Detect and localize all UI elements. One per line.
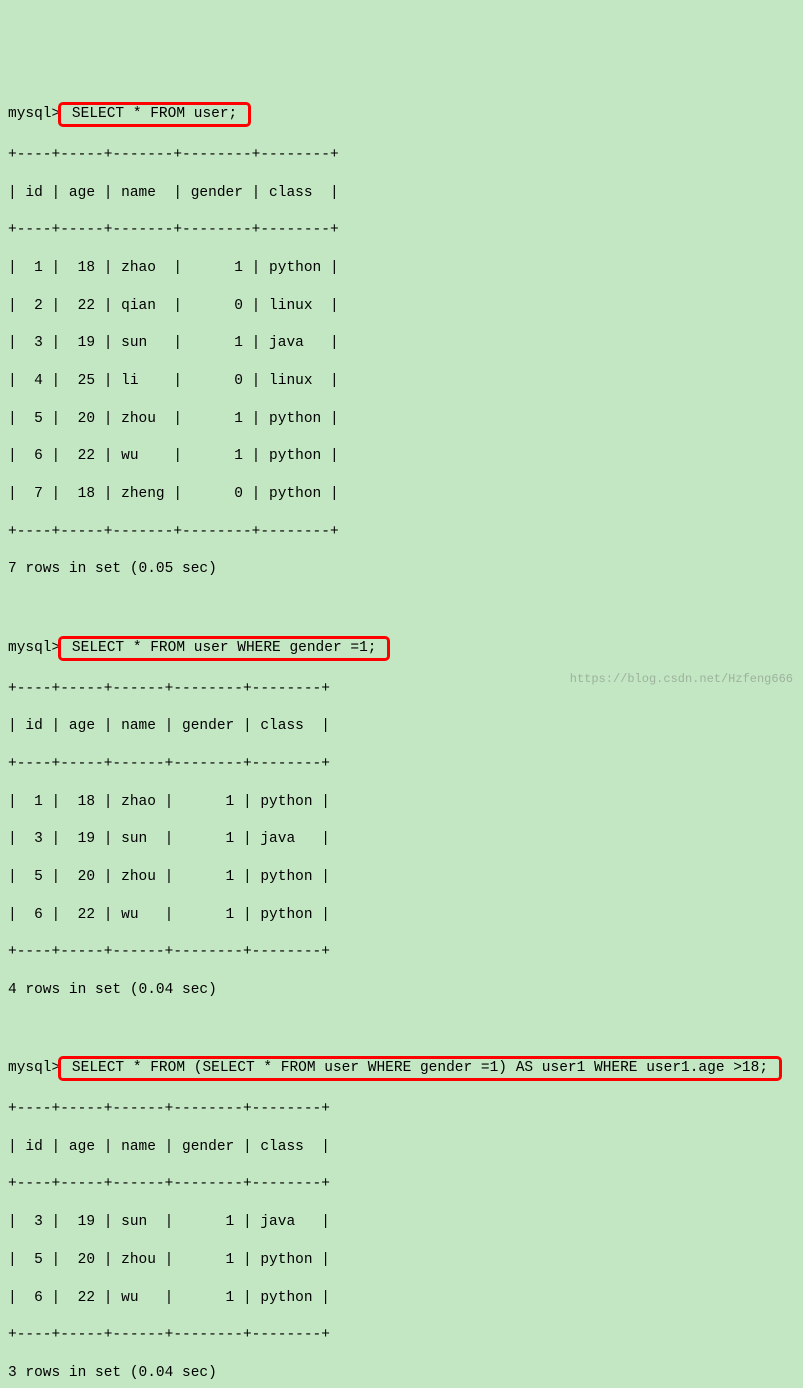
table-row: | 5 | 20 | zhou | 1 | python | [8,410,795,429]
mysql-prompt: mysql> [8,640,60,656]
table3-border: +----+-----+------+--------+--------+ [8,1326,795,1345]
table-row: | 6 | 22 | wu | 1 | python | [8,1289,795,1308]
blank-line [8,1019,795,1038]
highlighted-query-3: SELECT * FROM (SELECT * FROM user WHERE … [58,1056,782,1081]
table-row: | 1 | 18 | zhao | 1 | python | [8,793,795,812]
table3-border: +----+-----+------+--------+--------+ [8,1175,795,1194]
table2-footer: 4 rows in set (0.04 sec) [8,981,795,1000]
table-row: | 6 | 22 | wu | 1 | python | [8,447,795,466]
query-line-3: mysql> SELECT * FROM (SELECT * FROM user… [8,1056,795,1081]
table-row: | 6 | 22 | wu | 1 | python | [8,906,795,925]
table3-border: +----+-----+------+--------+--------+ [8,1100,795,1119]
table1-border: +----+-----+-------+--------+--------+ [8,221,795,240]
mysql-prompt: mysql> [8,106,60,122]
table-row: | 3 | 19 | sun | 1 | java | [8,334,795,353]
table-row: | 2 | 22 | qian | 0 | linux | [8,297,795,316]
table2-header: | id | age | name | gender | class | [8,717,795,736]
table1-footer: 7 rows in set (0.05 sec) [8,560,795,579]
table1-border: +----+-----+-------+--------+--------+ [8,523,795,542]
table1-header: | id | age | name | gender | class | [8,184,795,203]
mysql-prompt: mysql> [8,1060,60,1076]
table3-footer: 3 rows in set (0.04 sec) [8,1364,795,1383]
terminal-output: mysql> SELECT * FROM user; +----+-----+-… [8,83,795,1388]
table-row: | 7 | 18 | zheng | 0 | python | [8,485,795,504]
highlighted-query-1: SELECT * FROM user; [58,102,251,127]
table2-border: +----+-----+------+--------+--------+ [8,943,795,962]
query-line-2: mysql> SELECT * FROM user WHERE gender =… [8,636,795,661]
query-line-1: mysql> SELECT * FROM user; [8,102,795,127]
table-row: | 1 | 18 | zhao | 1 | python | [8,259,795,278]
blank-line [8,598,795,617]
table-row: | 5 | 20 | zhou | 1 | python | [8,1251,795,1270]
table1-border: +----+-----+-------+--------+--------+ [8,146,795,165]
table-row: | 5 | 20 | zhou | 1 | python | [8,868,795,887]
table-row: | 4 | 25 | li | 0 | linux | [8,372,795,391]
table-row: | 3 | 19 | sun | 1 | java | [8,1213,795,1232]
table3-header: | id | age | name | gender | class | [8,1138,795,1157]
highlighted-query-2: SELECT * FROM user WHERE gender =1; [58,636,390,661]
table-row: | 3 | 19 | sun | 1 | java | [8,830,795,849]
watermark: https://blog.csdn.net/Hzfeng666 [570,672,793,688]
table2-border: +----+-----+------+--------+--------+ [8,755,795,774]
